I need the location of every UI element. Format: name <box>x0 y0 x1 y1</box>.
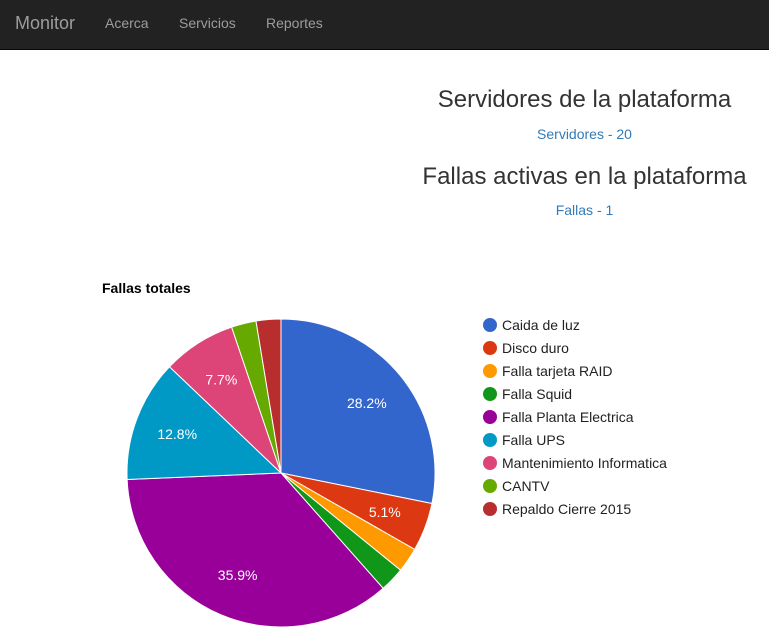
failures-pie-chart: Fallas totales 28.2% 5.1% 35.9% 12.8% 7.7% C… <box>0 260 769 637</box>
pie-slice-0[interactable] <box>280 318 436 505</box>
chart-title: Fallas totales <box>102 280 191 296</box>
nav-link-servicios[interactable]: Servicios <box>179 15 236 31</box>
nav-link-acerca[interactable]: Acerca <box>105 15 149 31</box>
slice-label-0: 28.2% <box>347 395 387 411</box>
pie-chart-svg: Fallas totales 28.2% 5.1% 35.9% 12.8% 7.7% C… <box>102 280 667 628</box>
pie-slices <box>126 318 436 628</box>
legend-swatch-7 <box>483 479 497 493</box>
failures-title: Fallas activas en la plataforma <box>422 163 747 190</box>
legend-label-3[interactable]: Falla Squid <box>502 386 572 402</box>
legend-swatch-2 <box>483 364 497 378</box>
servers-title: Servidores de la plataforma <box>437 86 732 113</box>
legend-label-4[interactable]: Falla Planta Electrica <box>502 409 634 425</box>
legend-swatch-0 <box>483 318 497 332</box>
legend-label-1[interactable]: Disco duro <box>502 340 569 356</box>
brand-link[interactable]: Monitor <box>15 13 75 34</box>
slice-label-5: 12.8% <box>157 426 197 442</box>
nav-link-reportes[interactable]: Reportes <box>266 15 323 31</box>
legend-swatch-3 <box>483 387 497 401</box>
legend-label-8[interactable]: Repaldo Cierre 2015 <box>502 501 631 517</box>
legend-label-2[interactable]: Falla tarjeta RAID <box>502 363 612 379</box>
failures-link[interactable]: Fallas - 1 <box>400 202 769 218</box>
slice-label-1: 5.1% <box>369 504 401 520</box>
legend-swatch-6 <box>483 456 497 470</box>
legend-label-5[interactable]: Falla UPS <box>502 432 565 448</box>
navbar: Monitor Acerca Servicios Reportes <box>0 0 769 50</box>
legend-swatch-1 <box>483 341 497 355</box>
legend-swatch-5 <box>483 433 497 447</box>
chart-legend: Caida de luz Disco duro Falla tarjeta RAID… <box>483 317 667 517</box>
slice-label-6: 7.7% <box>205 372 237 388</box>
legend-swatch-4 <box>483 410 497 424</box>
legend-swatch-8 <box>483 502 497 516</box>
legend-label-0[interactable]: Caida de luz <box>502 317 580 333</box>
servers-link[interactable]: Servidores - 20 <box>400 126 769 142</box>
slice-label-4: 35.9% <box>218 567 258 583</box>
legend-label-7[interactable]: CANTV <box>502 478 550 494</box>
legend-label-6[interactable]: Mantenimiento Informatica <box>502 455 667 471</box>
